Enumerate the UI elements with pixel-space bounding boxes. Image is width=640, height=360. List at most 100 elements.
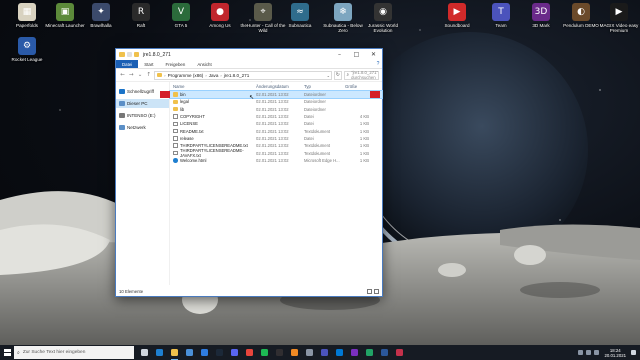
column-date[interactable]: Änderungsdatum [256,84,304,89]
address-dropdown-icon[interactable]: ⌄ [325,73,331,78]
item-count: 10 Elemente [119,288,144,294]
ribbon-tab-share[interactable]: Freigeben [160,60,192,68]
store-icon [186,349,193,356]
file-name-cell: COPYRIGHT [170,114,256,119]
file-name-cell: bin [170,92,256,97]
refresh-button[interactable]: ↻ [334,70,342,80]
nav-item-this-pc[interactable]: Dieser PC [116,99,169,108]
file-row[interactable]: COPYRIGHT 02.01.2021 13:02 Datei 4 KB [170,113,382,120]
back-button[interactable]: ← [119,71,126,80]
large-icons-view-icon[interactable] [374,288,379,294]
recent-locations-button[interactable]: ⌄ [137,71,144,80]
magix-video-easy-premium-icon: ▶ [610,3,628,21]
help-icon[interactable]: ? [374,60,382,68]
subnautica-icon: ≈ [291,3,309,21]
file-row[interactable]: lib 02.01.2021 13:02 Dateiordner [170,106,382,113]
title-bar[interactable]: jre1.8.0_271 – □ ✕ [116,49,382,60]
minimize-button[interactable]: – [331,49,348,60]
tray-chevron-icon[interactable] [578,350,584,355]
file-name: lib [180,106,185,112]
file-row[interactable]: LICENSE 02.01.2021 13:02 Datei 1 KB [170,120,382,127]
column-type[interactable]: Typ [304,84,345,89]
notification-icon[interactable] [631,350,636,355]
paperfolds-icon: ▦ [18,3,36,21]
breadcrumb-java[interactable]: Java [209,73,219,78]
taskbar-app-vlc[interactable] [288,345,301,360]
taskbar-app-teams[interactable] [318,345,331,360]
desktop-icon-magix-video-easy-premium[interactable]: ▶ MAGIX Video easy Premium [596,3,640,34]
taskbar-app-explorer[interactable] [168,345,181,360]
column-header: ⌃ Name Änderungsdatum Typ Größe [170,81,382,91]
taskbar-app-misc[interactable] [393,345,406,360]
breadcrumb-jre[interactable]: jre1.8.0_271 [224,73,250,78]
pendulum-demo-icon: ◐ [572,3,590,21]
ribbon-tab-start[interactable]: Start [138,60,159,68]
network-icon[interactable] [586,350,592,355]
discord-icon [231,349,238,356]
mail-icon [201,349,208,356]
taskbar-app-discord[interactable] [228,345,241,360]
taskbar-search-box[interactable]: ⌕ Zur Suche Text hier eingeben [14,346,134,359]
volume-icon[interactable] [594,350,600,355]
folder-icon [173,99,178,105]
search-icon: ⌕ [346,73,350,78]
up-button[interactable]: ↑ [145,71,152,80]
clock[interactable]: 18:24 20.01.2021 [604,348,626,358]
details-view-icon[interactable] [367,288,372,294]
mouse-cursor-icon: ↖ [249,94,255,101]
file-row[interactable]: release 02.01.2021 13:02 Datei 1 KB [170,135,382,142]
maximize-button[interactable]: □ [348,49,365,60]
status-bar: 10 Elemente [116,286,382,296]
taskbar-app-mail[interactable] [198,345,211,360]
file-row[interactable]: bin 02.01.2021 13:02 Dateiordner [160,89,383,100]
search-field[interactable]: ⌕ "jre1.8.0_271" durchsuchen [343,70,380,80]
taskbar-app-edge[interactable] [153,345,166,360]
taskbar-app-media[interactable] [348,345,361,360]
edge-icon [156,349,163,356]
taskbar-app-task-view[interactable] [138,345,151,360]
nav-item-intenso-drive[interactable]: INTENSO (E:) [116,111,169,120]
file-row[interactable]: legal 02.01.2021 13:02 Dateiordner [170,98,382,105]
desktop-icon-subnautica[interactable]: ≈ Subnautica [277,3,323,28]
taskbar-app-obs[interactable] [273,345,286,360]
column-name[interactable]: Name [170,84,256,89]
column-size[interactable]: Größe [345,84,379,89]
quick-access-properties-icon[interactable] [127,52,132,57]
nav-item-network[interactable]: Netzwerk [116,123,169,132]
file-row[interactable]: README.txt 02.01.2021 13:02 Textdokument 1 … [170,127,382,134]
file-row[interactable]: THIRDPARTYLICENSEREADME-JAVAFX.txt 02.01.… [170,148,382,158]
taskbar-app-store[interactable] [183,345,196,360]
edge-html-icon [173,158,178,163]
desktop-icon-jurassic-world-evolution[interactable]: ◉ Jurassic World Evolution [360,3,406,34]
taskbar-app-photos[interactable] [333,345,346,360]
file-row[interactable]: Welcome.html 02.01.2021 13:02 Microsoft Ed… [170,157,382,164]
taskbar-app-steam[interactable] [213,345,226,360]
photos-icon [336,349,343,356]
folder-icon [173,92,178,97]
taskbar-app-editor[interactable] [363,345,376,360]
file-name-cell: lib [170,107,256,112]
taskbar-app-settings[interactable] [303,345,316,360]
desktop-icon-among-us[interactable]: ● Among Us [197,3,243,28]
desktop-icon-rocket-league[interactable]: ⚙ Rocket League [4,37,50,62]
taskbar-app-chrome[interactable] [243,345,256,360]
folder-icon [119,52,125,57]
desktop-icon-label: Jurassic World Evolution [367,23,399,34]
network-icon [119,125,125,130]
spotify-icon [261,349,268,356]
quick-access-new-folder-icon[interactable] [134,52,139,57]
taskbar-app-word[interactable] [378,345,391,360]
ribbon-tab-file[interactable]: Datei [116,60,139,68]
breadcrumb-programme-x86[interactable]: Programme (x86) [168,73,204,78]
close-button[interactable]: ✕ [365,49,382,60]
file-explorer-window[interactable]: jre1.8.0_271 – □ ✕ Datei Start Freigeben… [115,48,383,297]
file-name-cell: LICENSE [170,121,256,126]
address-bar[interactable]: › Programme (x86) › Java › jre1.8.0_271 … [154,70,333,80]
desktop-icon-soundboard[interactable]: ▶ Soundboard [434,3,480,28]
start-button[interactable] [0,345,14,360]
address-row: ← → ⌄ ↑ › Programme (x86) › Java › jre1.… [116,69,382,82]
file-type: Textdokument [304,143,331,149]
ribbon-tab-view[interactable]: Ansicht [191,60,217,68]
taskbar-app-spotify[interactable] [258,345,271,360]
forward-button[interactable]: → [128,71,135,80]
